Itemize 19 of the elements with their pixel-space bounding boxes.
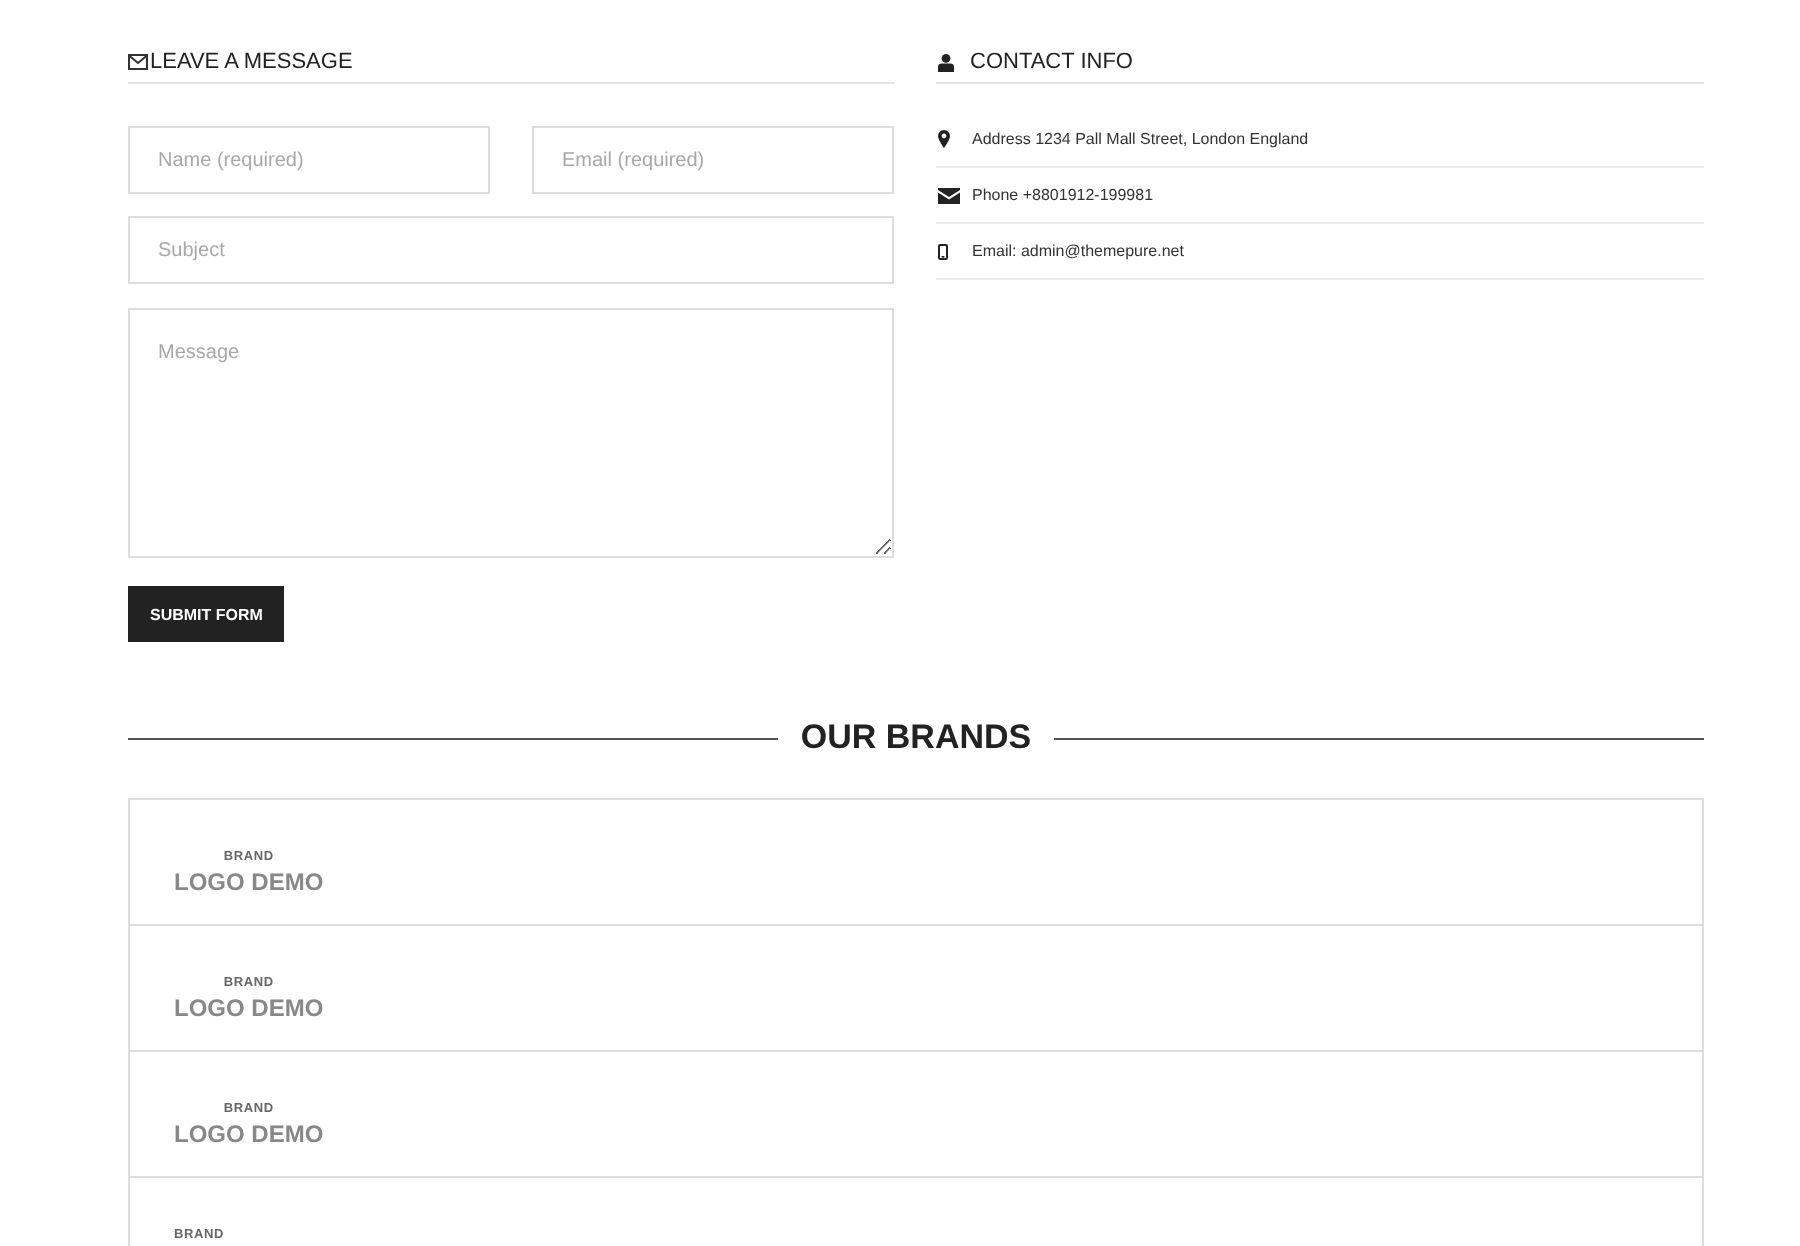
text-input[interactable]: Email (required) <box>532 126 894 194</box>
user-icon <box>938 53 954 71</box>
section-heading: CONTACT INFO <box>970 48 1133 76</box>
mobile-phone-icon <box>938 243 948 259</box>
contact-detail: Email: admin@themepure.net <box>972 242 1184 260</box>
message-textarea[interactable]: Message <box>128 308 894 558</box>
envelope-icon <box>128 54 148 70</box>
logo-text: LOGO DEMO <box>174 868 324 898</box>
envelope-icon <box>938 187 960 203</box>
logo-text: LOGO DEMO <box>174 994 324 1024</box>
section-heading: LEAVE A MESSAGE <box>150 48 353 76</box>
text-input[interactable]: Name (required) <box>128 126 490 194</box>
section-title: OUR BRANDS <box>800 718 1032 758</box>
contact-detail: Phone +8801912-199981 <box>972 186 1154 204</box>
submit-button[interactable]: SUBMIT FORM <box>128 586 285 642</box>
contact-detail: Address 1234 Pall Mall Street, London England <box>972 130 1309 148</box>
map-pin-icon <box>938 130 950 148</box>
logo-text: LOGO DEMO <box>174 1120 324 1150</box>
text-input[interactable]: Subject <box>128 216 894 284</box>
